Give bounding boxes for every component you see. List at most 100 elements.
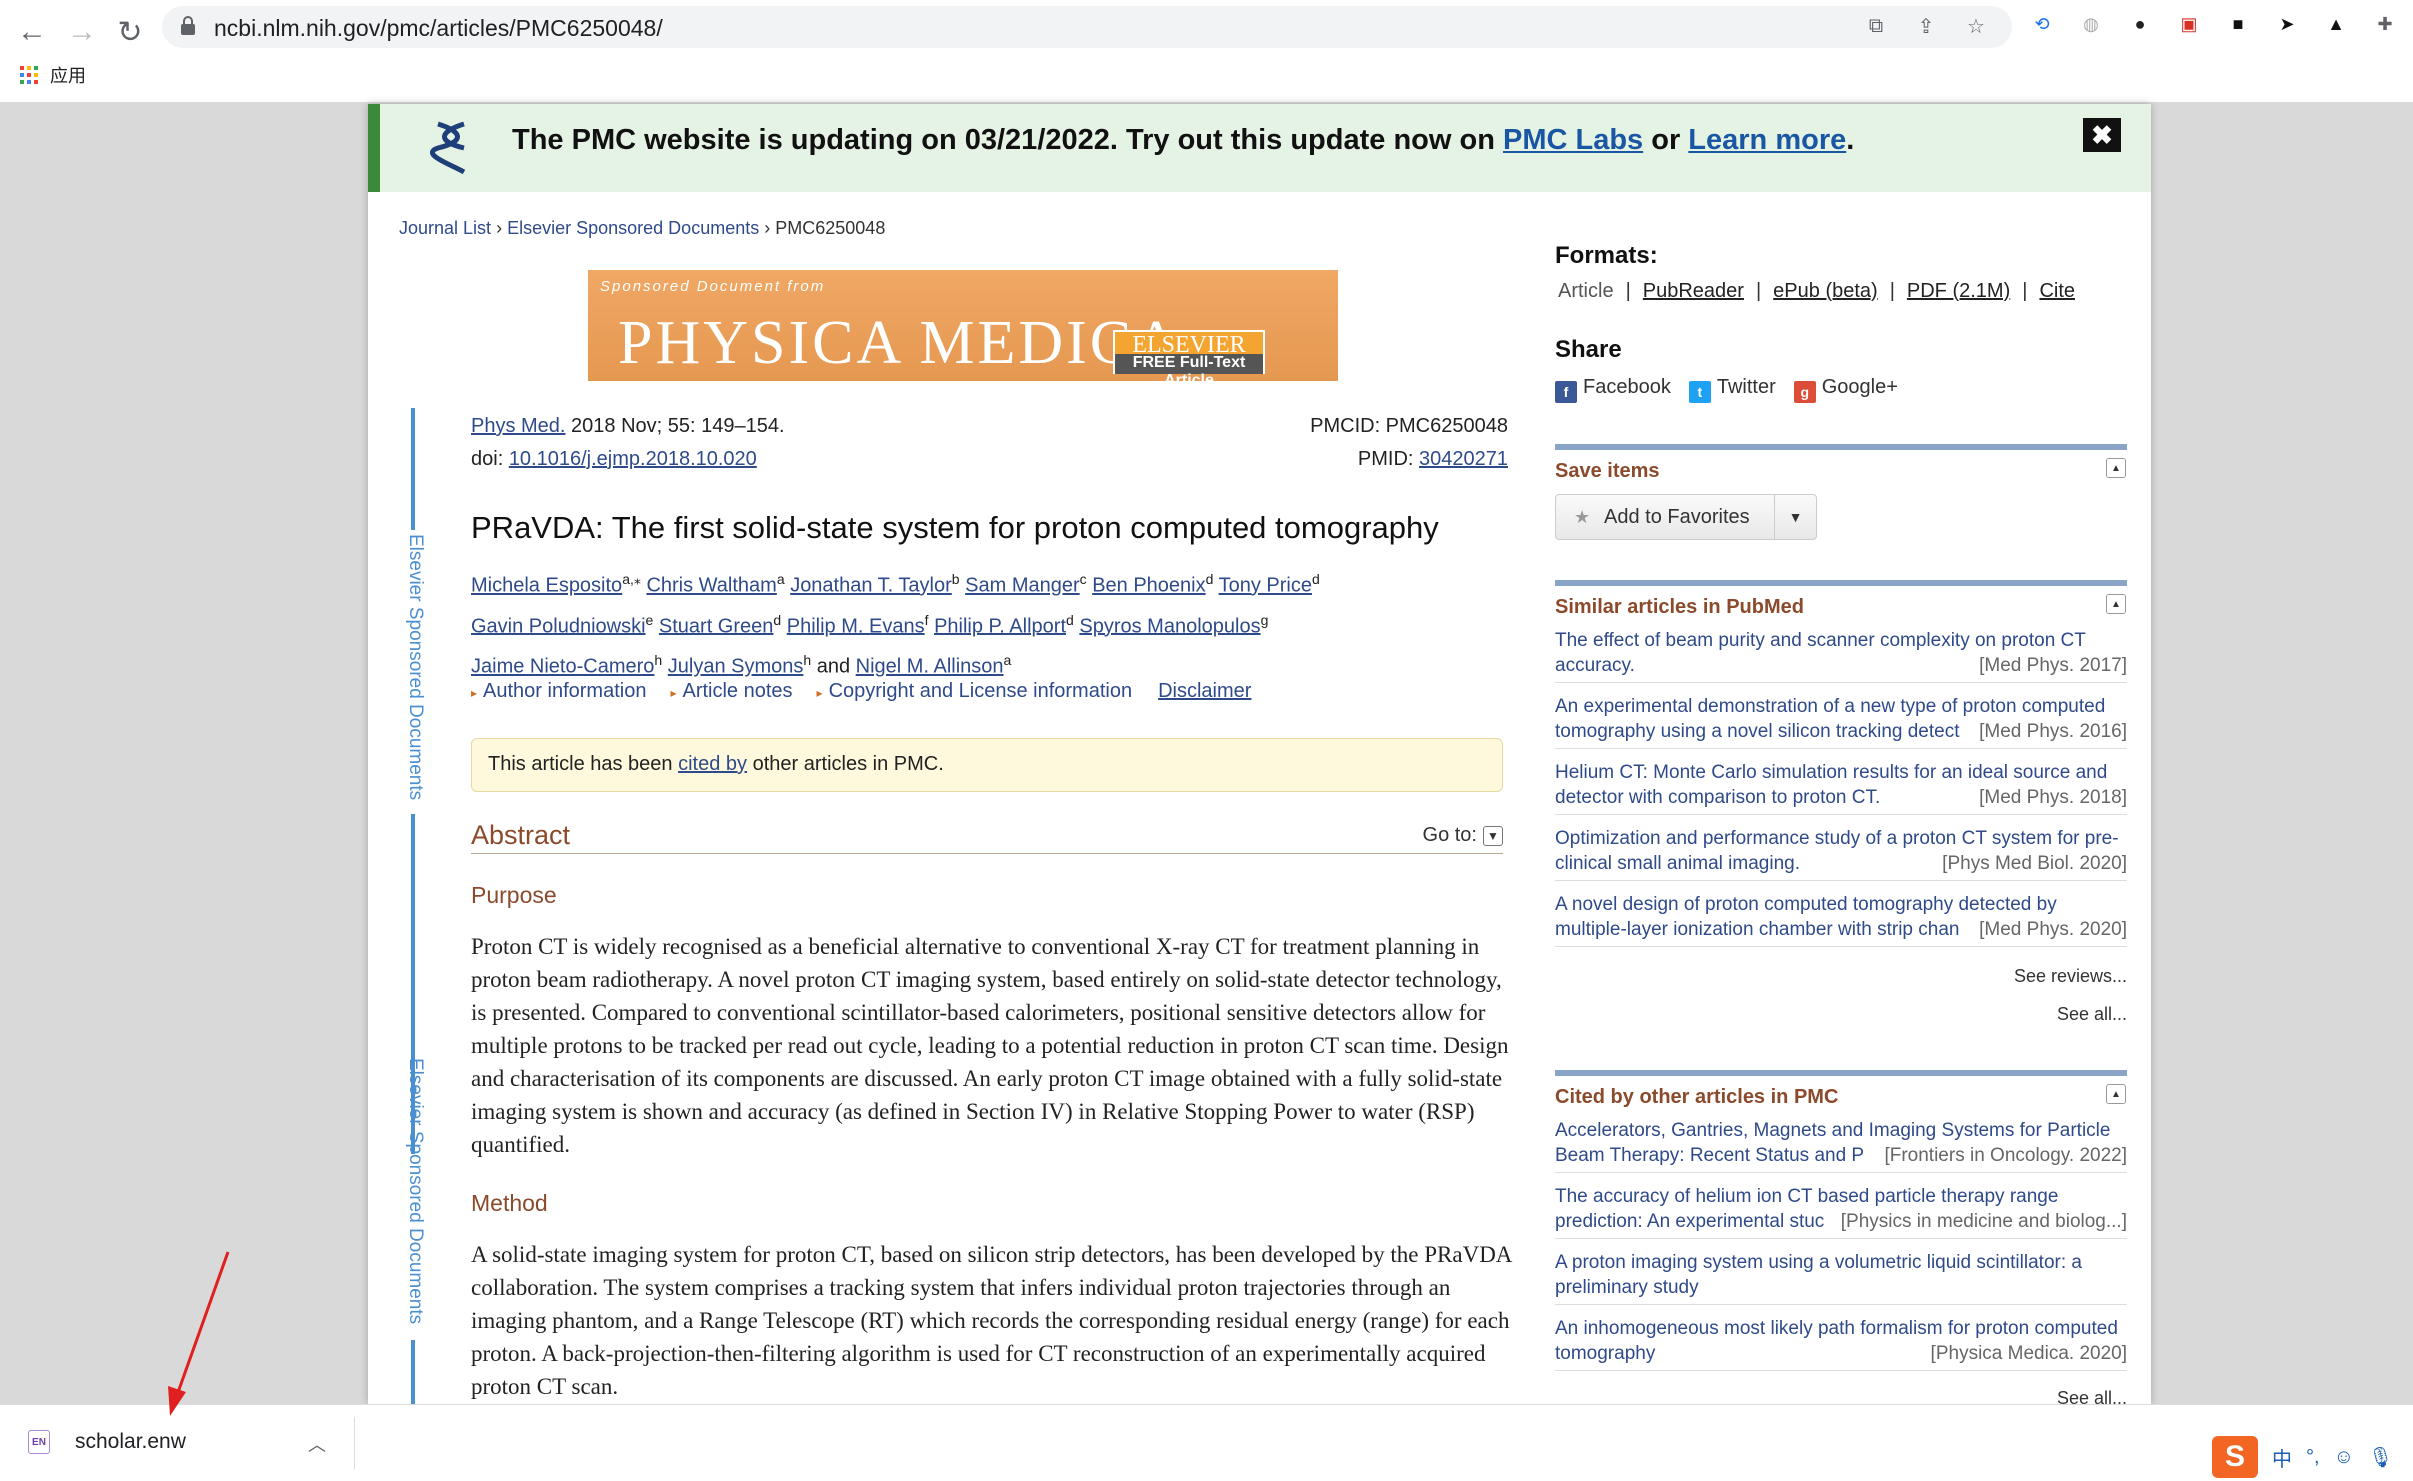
copyright-toggle[interactable]: ▸ Copyright and License information: [817, 680, 1133, 703]
extension-cursor-icon[interactable]: ➤: [2275, 12, 2299, 36]
download-item[interactable]: EN scholar.enw ︿: [28, 1419, 333, 1465]
disclaimer-link[interactable]: Disclaimer: [1158, 680, 1251, 703]
add-to-favorites-button[interactable]: ★ Add to Favorites ▼: [1555, 494, 1817, 540]
similar-article-item[interactable]: An experimental demonstration of a new t…: [1555, 694, 2127, 749]
author-link[interactable]: Ben Phoenix: [1092, 575, 1205, 597]
author-link[interactable]: Jonathan T. Taylor: [790, 575, 952, 597]
update-banner: The PMC website is updating on 03/21/202…: [368, 104, 2151, 192]
citation-info: Phys Med. 2018 Nov; 55: 149–154. doi: 10…: [471, 415, 785, 470]
abstract-heading: Abstract Go to: ▼: [471, 820, 1503, 854]
star-icon: ★: [1574, 507, 1591, 527]
bookmark-star-icon[interactable]: ☆: [1964, 14, 1988, 38]
formats-links: Article | PubReader | ePub (beta) | PDF (2.1M)…: [1558, 280, 2076, 302]
ime-emoji-icon[interactable]: ☺: [2334, 1446, 2354, 1469]
translate-icon[interactable]: ⧉: [1864, 14, 1888, 38]
download-filename[interactable]: scholar.enw: [75, 1430, 186, 1454]
author-link[interactable]: Stuart Green: [659, 615, 774, 637]
author-link[interactable]: Spyros Manolopulos: [1079, 615, 1260, 637]
author-link[interactable]: Nigel M. Allinson: [856, 656, 1004, 678]
format-epub-link[interactable]: ePub (beta): [1773, 280, 1878, 302]
similar-article-item[interactable]: The effect of beam purity and scanner co…: [1555, 628, 2127, 683]
share-twitter[interactable]: t Twitter: [1688, 376, 1776, 403]
apps-bookmark-label[interactable]: 应用: [50, 62, 86, 88]
journal-link[interactable]: Phys Med.: [471, 415, 565, 437]
author-link[interactable]: Sam Manger: [965, 575, 1080, 597]
apps-grid-icon[interactable]: [20, 66, 38, 84]
method-text: A solid-state imaging system for proton …: [471, 1242, 1512, 1399]
chevron-up-icon[interactable]: ︿: [308, 1431, 326, 1457]
similar-article-item[interactable]: A novel design of proton computed tomogr…: [1555, 892, 2127, 947]
ime-language[interactable]: 中: [2272, 1443, 2292, 1472]
banner-close-button[interactable]: ✖: [2083, 118, 2121, 152]
side-rule: [411, 408, 415, 530]
author-link[interactable]: Philip M. Evans: [787, 615, 925, 637]
format-pdf-link[interactable]: PDF (2.1M): [1907, 280, 2010, 302]
back-arrow-icon[interactable]: ←: [12, 12, 52, 52]
extensions-puzzle-icon[interactable]: ✚: [2373, 12, 2397, 36]
author-link[interactable]: Michela Esposito: [471, 575, 622, 597]
triangle-right-icon: ▸: [471, 686, 478, 700]
enw-file-icon: EN: [28, 1430, 50, 1454]
extension-black-icon[interactable]: ■: [2226, 12, 2250, 36]
author-link[interactable]: Tony Price: [1219, 575, 1312, 597]
format-cite-link[interactable]: Cite: [2039, 280, 2075, 302]
ime-toolbar: S 中 °, ☺ 🎙: [2212, 1436, 2393, 1478]
author-link[interactable]: Julyan Symons: [668, 656, 804, 678]
share-google[interactable]: g Google+: [1793, 376, 1898, 403]
format-pubreader-link[interactable]: PubReader: [1643, 280, 1744, 302]
reload-icon[interactable]: ↻: [110, 12, 150, 52]
cited-by-heading: Cited by other articles in PMC: [1555, 1086, 1839, 1108]
doi-link[interactable]: 10.1016/j.ejmp.2018.10.020: [509, 448, 757, 470]
breadcrumb-current: PMC6250048: [775, 218, 886, 238]
ime-punctuation[interactable]: °,: [2306, 1446, 2320, 1469]
similar-article-item[interactable]: Optimization and performance study of a …: [1555, 826, 2127, 881]
extension-globe-icon[interactable]: ◍: [2079, 12, 2103, 36]
breadcrumb-journal-list[interactable]: Journal List: [399, 218, 491, 238]
learn-more-link[interactable]: Learn more: [1688, 124, 1846, 156]
extension-sync-icon[interactable]: ⟲: [2030, 12, 2054, 36]
cited-article-item[interactable]: An inhomogeneous most likely path formal…: [1555, 1316, 2127, 1371]
side-rule: [411, 1340, 415, 1404]
breadcrumb-elsevier[interactable]: Elsevier Sponsored Documents: [507, 218, 759, 238]
collapse-similar-icon[interactable]: ▲: [2106, 594, 2126, 614]
similar-article-item[interactable]: Helium CT: Monte Carlo simulation result…: [1555, 760, 2127, 815]
url-text[interactable]: ncbi.nlm.nih.gov/pmc/articles/PMC6250048…: [214, 15, 663, 42]
cited-article-item[interactable]: A proton imaging system using a volumetr…: [1555, 1250, 2127, 1305]
see-reviews-link[interactable]: See reviews...: [1555, 966, 2127, 987]
formats-heading: Formats:: [1555, 242, 1658, 269]
pmcid: PMCID: PMC6250048: [1310, 415, 1508, 437]
cited-by-notice: This article has been cited by other art…: [471, 738, 1503, 792]
author-link[interactable]: Jaime Nieto-Camero: [471, 656, 654, 678]
author-info-toggle[interactable]: ▸ Author information: [471, 680, 646, 703]
author-link[interactable]: Chris Waltham: [646, 575, 776, 597]
address-bar[interactable]: ncbi.nlm.nih.gov/pmc/articles/PMC6250048…: [162, 6, 2012, 48]
share-icon[interactable]: ⇪: [1914, 14, 1938, 38]
sogou-logo-icon[interactable]: S: [2212, 1436, 2258, 1478]
pmc-labs-link[interactable]: PMC Labs: [1503, 124, 1643, 156]
journal-banner-image[interactable]: Sponsored Document from PHYSICA MEDICA E…: [588, 270, 1338, 381]
author-link[interactable]: Gavin Poludniowski: [471, 615, 646, 637]
extension-github-icon[interactable]: ●: [2128, 12, 2152, 36]
share-facebook[interactable]: f Facebook: [1555, 376, 1671, 403]
pmc-article-page: The PMC website is updating on 03/21/202…: [368, 104, 2151, 1408]
favorites-dropdown-caret-icon[interactable]: ▼: [1774, 495, 1816, 539]
article-notes-toggle[interactable]: ▸ Article notes: [670, 680, 792, 703]
collapse-save-items-icon[interactable]: ▲: [2106, 458, 2126, 478]
forward-arrow-icon[interactable]: →: [62, 12, 102, 52]
see-all-similar-link[interactable]: See all...: [1555, 1004, 2127, 1025]
purpose-text: Proton CT is widely recognised as a bene…: [471, 934, 1509, 1157]
cited-article-item[interactable]: Accelerators, Gantries, Magnets and Imag…: [1555, 1118, 2127, 1173]
extension-penguin-icon[interactable]: ▲: [2324, 12, 2348, 36]
goto-dropdown[interactable]: Go to: ▼: [1423, 824, 1503, 847]
author-list: Michela Espositoa,⁎ Chris Walthama Jonat…: [471, 571, 1320, 678]
side-label: Elsevier Sponsored Documents: [405, 534, 426, 801]
google-plus-icon: g: [1793, 381, 1816, 403]
cited-by-link[interactable]: cited by: [678, 753, 747, 775]
collapse-cited-by-icon[interactable]: ▲: [2106, 1084, 2126, 1104]
triangle-right-icon: ▸: [670, 686, 677, 700]
cited-article-item[interactable]: The accuracy of helium ion CT based part…: [1555, 1184, 2127, 1239]
extension-red-icon[interactable]: ▣: [2177, 12, 2201, 36]
pmid-link[interactable]: 30420271: [1419, 448, 1508, 470]
ime-microphone-icon[interactable]: 🎙: [2368, 1445, 2393, 1470]
author-link[interactable]: Philip P. Allport: [934, 615, 1066, 637]
